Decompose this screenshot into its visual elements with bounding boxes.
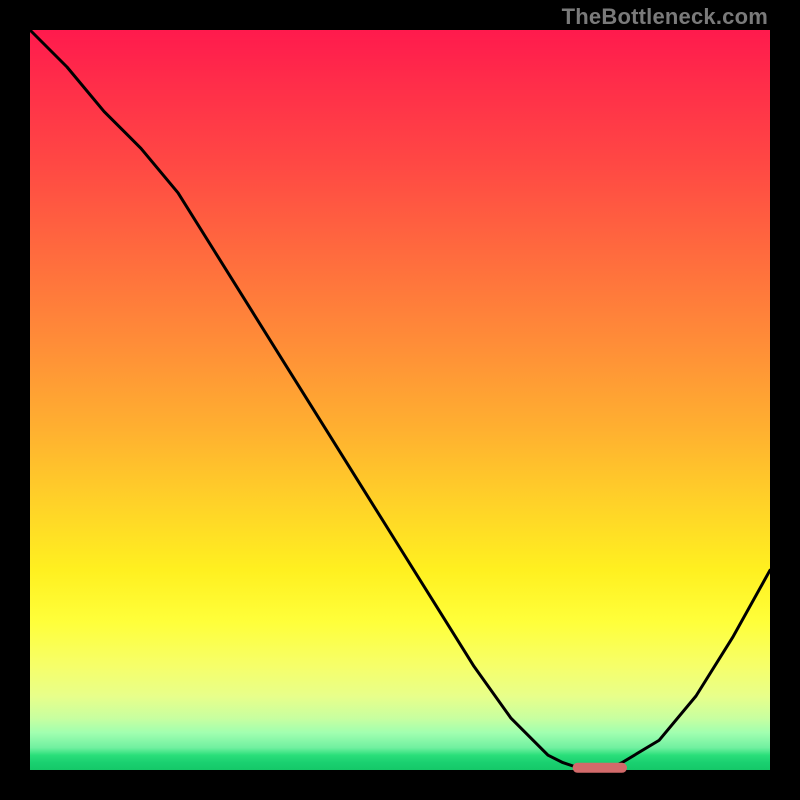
bottleneck-curve [30, 30, 770, 770]
chart-svg [30, 30, 770, 770]
watermark-text: TheBottleneck.com [562, 4, 768, 30]
chart-frame: TheBottleneck.com [0, 0, 800, 800]
